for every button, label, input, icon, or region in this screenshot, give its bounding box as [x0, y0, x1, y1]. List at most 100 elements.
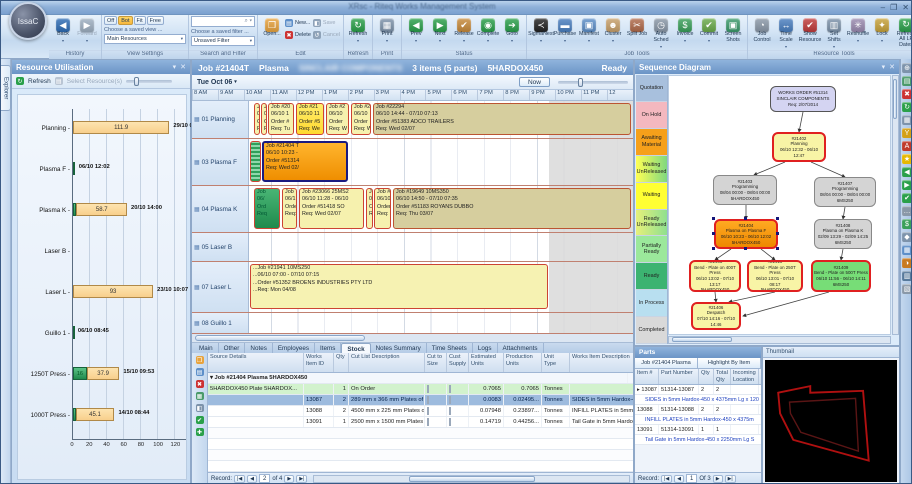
sequence-node-21402[interactable]: #21402Planning06/10 12:32 - 06/10 12:47: [772, 132, 826, 162]
explorer-tab[interactable]: Explorer: [1, 65, 11, 111]
column-header-works-item-id[interactable]: Works Item ID: [304, 353, 334, 372]
job-21404-plasma-button[interactable]: Job #21404 Plasma: [635, 358, 698, 368]
diamond-icon[interactable]: ◆: [902, 232, 912, 242]
new-button[interactable]: ▤New...: [285, 18, 311, 28]
row-label-04-plasma-k[interactable]: ▦04 Plasma K: [192, 186, 249, 232]
column-header-cut-to-size[interactable]: Cut to Size: [425, 353, 447, 372]
job-block[interactable]: Job #206/10OrderReq: W: [326, 103, 349, 135]
highlight-by-item-button[interactable]: Highlight By Item: [698, 358, 761, 368]
job-block[interactable]: Job #206/10OrderReq: W: [351, 103, 371, 135]
close-panel-icon[interactable]: ✕: [889, 63, 895, 71]
job-block[interactable]: ...Job #21941 10MS250...06/10 07:00 - 07…: [250, 264, 548, 309]
next-icon[interactable]: ▶: [902, 180, 912, 190]
checkbox[interactable]: [449, 385, 451, 393]
selection-handle[interactable]: [776, 232, 779, 235]
checkbox[interactable]: [427, 418, 429, 426]
add-icon[interactable]: ✚: [196, 428, 204, 436]
sequence-node-21409[interactable]: #21409Bend - Plate on 500T Press06/10 11…: [811, 260, 871, 292]
prev-button[interactable]: ◀Prev▾: [404, 16, 428, 50]
record-last-button[interactable]: ▶|: [296, 475, 307, 483]
sequence-node-21406[interactable]: #21406Despatch07/10 14:16 - 07/10 14:46: [691, 302, 741, 330]
recycle-icon[interactable]: ↻: [902, 102, 912, 112]
parts-column-incoming-location[interactable]: Incoming Location: [731, 369, 759, 384]
pin-icon[interactable]: ▾: [882, 63, 886, 71]
checkbox[interactable]: [427, 385, 429, 393]
set-shifts-button[interactable]: ▥Set Shifts▾: [822, 16, 846, 50]
zoom-icon[interactable]: ⊕: [902, 63, 912, 73]
goto-button[interactable]: ➔Goto▾: [500, 16, 524, 50]
split-job-button[interactable]: ✂Split Job: [625, 16, 649, 50]
job-block[interactable]: Job #2229406/10 14:44 - 07/10 07:13Order…: [373, 103, 631, 135]
sequence-node-21410[interactable]: #21410Bend - Plate on 250T Press06/10 13…: [747, 260, 803, 292]
refresh-all-lf-dates-button[interactable]: ↻Refresh All LF Dates: [894, 16, 912, 50]
view-mode-free[interactable]: Free: [147, 16, 164, 25]
schedule-h-scrollbar[interactable]: [192, 334, 633, 343]
stock-group-row[interactable]: ▾ Job #21404 Plasma 5HARDOX450: [208, 373, 633, 384]
job-block[interactable]: Job #19649 10MS35006/10 14:50 - 07/10 07…: [393, 188, 631, 229]
row-label-01-planning[interactable]: ▦01 Planning: [192, 101, 249, 138]
screen-shots-button[interactable]: ▣Screen Shots: [721, 16, 745, 50]
film-icon[interactable]: ▥: [902, 271, 912, 281]
row-label-03-plasma-f[interactable]: ▦03 Plasma F: [192, 139, 249, 185]
forward-button[interactable]: ▶Forward▾: [75, 16, 99, 50]
parts-description-row[interactable]: SIDES in 5mm Hardox-450 x 4375mm Lg x 12…: [635, 395, 761, 405]
pin-icon[interactable]: ▾: [173, 63, 177, 71]
current-date[interactable]: Tue Oct 06: [197, 79, 232, 86]
now-button[interactable]: Now: [519, 77, 550, 87]
ribbon-search-input[interactable]: ⌕ ▾: [191, 16, 255, 27]
saved-filter-select[interactable]: Unsaved Filter▾: [191, 36, 255, 46]
record-next-button[interactable]: ▶: [284, 475, 294, 483]
record-prev-button[interactable]: ◀: [247, 475, 257, 483]
checkbox[interactable]: [449, 396, 451, 404]
record-first-button[interactable]: |◀: [661, 475, 672, 483]
time-scale-button[interactable]: ↔Time Scale▾: [774, 16, 798, 50]
refresh-button[interactable]: ↻Refresh▾: [346, 16, 370, 50]
parts-column-total-qty[interactable]: Total Qty: [714, 369, 731, 384]
complete-button[interactable]: ◉Complete▾: [476, 16, 500, 50]
job-block[interactable]: Job #2006/10 1Order #Req: Tu: [268, 103, 294, 135]
layers-icon[interactable]: ▤: [902, 76, 912, 86]
star-icon[interactable]: ★: [902, 154, 912, 164]
selection-handle[interactable]: [712, 232, 715, 235]
job-block[interactable]: Job06/OrdReq: [254, 188, 280, 229]
grid-icon[interactable]: ▦: [196, 392, 204, 400]
bar-segment-inprocess[interactable]: [73, 326, 75, 339]
table-row[interactable]: 1308824500 mm x 225 mm Plates o...0.0794…: [208, 406, 633, 417]
view-mode-fit[interactable]: Fit: [134, 16, 146, 25]
job-block[interactable]: Job #2106/10 11Order #5Req: We: [296, 103, 324, 135]
restore-button[interactable]: ❐: [890, 2, 897, 13]
confirm-icon[interactable]: ✔: [196, 416, 204, 424]
cluster-button[interactable]: ☻Cluster▾: [601, 16, 625, 50]
lock-button[interactable]: ✦Lock▾: [870, 16, 894, 50]
timeline-zoom-slider[interactable]: [558, 81, 628, 84]
sequence-v-scrollbar[interactable]: [892, 75, 899, 335]
dollar-icon[interactable]: $: [902, 219, 912, 229]
check-icon[interactable]: ✔: [902, 193, 912, 203]
bar-segment-queued[interactable]: 58.7: [76, 203, 127, 216]
grid-icon[interactable]: ▦: [902, 245, 912, 255]
sequence-node-21408[interactable]: #21408Plasma on Plasma K02/09 13:29 - 02…: [814, 219, 872, 249]
date-caret-icon[interactable]: ▾: [234, 79, 237, 85]
checkbox[interactable]: [427, 396, 429, 404]
job-block[interactable]: Job #06/10OrderReq:: [374, 188, 391, 229]
selection-handle[interactable]: [712, 217, 715, 220]
open-button[interactable]: ❒Open...: [260, 16, 284, 50]
application-orb-button[interactable]: IssaC: [9, 2, 47, 40]
delete-button[interactable]: ✖Delete: [285, 30, 311, 40]
saved-view-select[interactable]: Main Resources▾: [104, 34, 186, 44]
column-header-cut-list-description[interactable]: Cut List Description: [349, 353, 425, 372]
manifest-button[interactable]: ▣Manifest▾: [577, 16, 601, 50]
sequence-node-21407[interactable]: #21407Programming08/04 00:00 - 08/04 00:…: [814, 177, 876, 207]
bar-segment-inprocess[interactable]: 16: [73, 367, 87, 380]
parts-row[interactable]: ▸ 1308751314-1308722: [635, 385, 761, 395]
wizard-icon[interactable]: Y: [902, 128, 912, 138]
selection-handle[interactable]: [712, 247, 715, 250]
refresh-resources-button[interactable]: Refresh: [28, 78, 51, 85]
table-row[interactable]: 130872289 mm x 366 mm Plates of ...0.008…: [208, 395, 633, 406]
column-header-qty[interactable]: Qty: [334, 353, 349, 372]
record-next-button[interactable]: ▶: [713, 475, 723, 483]
sigmanest-button[interactable]: ≺SigmaNest▾: [529, 16, 553, 50]
print-icon[interactable]: ▦: [902, 115, 912, 125]
select-resources-button[interactable]: Select Resource(s): [67, 78, 122, 85]
dots-icon[interactable]: …: [902, 206, 912, 216]
